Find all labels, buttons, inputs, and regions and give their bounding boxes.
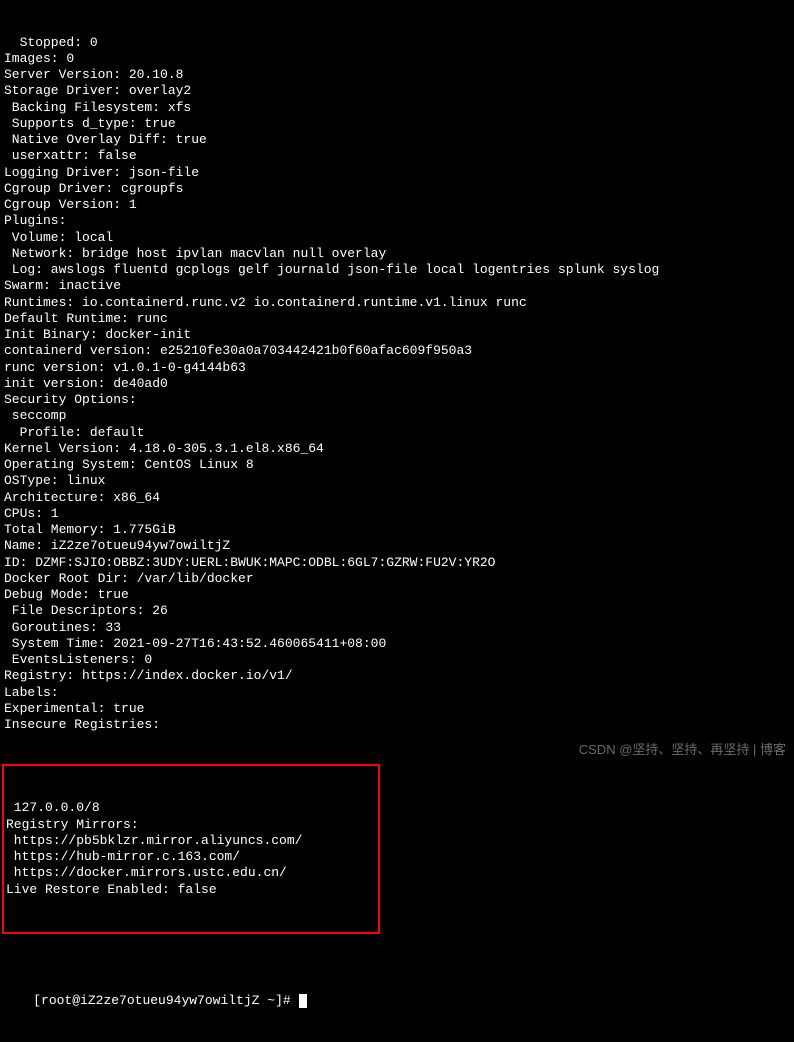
highlight-box: 127.0.0.0/8Registry Mirrors: https://pb5… [2, 764, 380, 935]
output-line: init version: de40ad0 [2, 376, 792, 392]
output-line: Insecure Registries: [2, 717, 792, 733]
prompt-open-bracket: [ [33, 993, 41, 1008]
output-line: Init Binary: docker-init [2, 327, 792, 343]
output-line: Docker Root Dir: /var/lib/docker [2, 571, 792, 587]
output-line: Total Memory: 1.775GiB [2, 522, 792, 538]
output-line: CPUs: 1 [2, 506, 792, 522]
cursor [299, 994, 307, 1008]
output-line: containerd version: e25210fe30a0a7034424… [2, 343, 792, 359]
output-line: OSType: linux [2, 473, 792, 489]
output-line: Default Runtime: runc [2, 311, 792, 327]
output-line: Native Overlay Diff: true [2, 132, 792, 148]
output-line: https://docker.mirrors.ustc.edu.cn/ [4, 865, 378, 881]
shell-prompt[interactable]: [root@iZ2ze7otueu94yw7owiltjZ ~]# [2, 977, 792, 1026]
output-line: Registry Mirrors: [4, 817, 378, 833]
registry-mirrors-section: 127.0.0.0/8Registry Mirrors: https://pb5… [4, 800, 378, 898]
output-line: Logging Driver: json-file [2, 165, 792, 181]
output-line: Name: iZ2ze7otueu94yw7owiltjZ [2, 538, 792, 554]
output-line: EventsListeners: 0 [2, 652, 792, 668]
output-line: Experimental: true [2, 701, 792, 717]
output-line: seccomp [2, 408, 792, 424]
docker-info-output: Stopped: 0Images: 0Server Version: 20.10… [2, 35, 792, 734]
prompt-close-bracket: ] [275, 993, 283, 1008]
output-line: Volume: local [2, 230, 792, 246]
output-line: Stopped: 0 [2, 35, 792, 51]
output-line: Server Version: 20.10.8 [2, 67, 792, 83]
output-line: Security Options: [2, 392, 792, 408]
output-line: 127.0.0.0/8 [4, 800, 378, 816]
output-line: https://hub-mirror.c.163.com/ [4, 849, 378, 865]
output-line: Swarm: inactive [2, 278, 792, 294]
output-line: Backing Filesystem: xfs [2, 100, 792, 116]
output-line: Cgroup Driver: cgroupfs [2, 181, 792, 197]
output-line: Supports d_type: true [2, 116, 792, 132]
output-line: Storage Driver: overlay2 [2, 83, 792, 99]
output-line: Plugins: [2, 213, 792, 229]
watermark: CSDN @坚持、坚持、再坚持 | 博客 [579, 742, 786, 758]
output-line: Profile: default [2, 425, 792, 441]
output-line: Runtimes: io.containerd.runc.v2 io.conta… [2, 295, 792, 311]
output-line: Goroutines: 33 [2, 620, 792, 636]
output-line: runc version: v1.0.1-0-g4144b63 [2, 360, 792, 376]
output-line: Labels: [2, 685, 792, 701]
prompt-user-host: root@iZ2ze7otueu94yw7owiltjZ [41, 993, 259, 1008]
terminal-output[interactable]: Stopped: 0Images: 0Server Version: 20.10… [2, 2, 792, 1042]
output-line: Log: awslogs fluentd gcplogs gelf journa… [2, 262, 792, 278]
output-line: File Descriptors: 26 [2, 603, 792, 619]
prompt-path: ~ [267, 993, 275, 1008]
output-line: Images: 0 [2, 51, 792, 67]
output-line: Operating System: CentOS Linux 8 [2, 457, 792, 473]
output-line: userxattr: false [2, 148, 792, 164]
output-line: Live Restore Enabled: false [4, 882, 378, 898]
output-line: Architecture: x86_64 [2, 490, 792, 506]
output-line: https://pb5bklzr.mirror.aliyuncs.com/ [4, 833, 378, 849]
output-line: ID: DZMF:SJIO:OBBZ:3UDY:UERL:BWUK:MAPC:O… [2, 555, 792, 571]
prompt-symbol: # [283, 993, 291, 1008]
output-line: Registry: https://index.docker.io/v1/ [2, 668, 792, 684]
output-line: Cgroup Version: 1 [2, 197, 792, 213]
output-line: Network: bridge host ipvlan macvlan null… [2, 246, 792, 262]
output-line: System Time: 2021-09-27T16:43:52.4600654… [2, 636, 792, 652]
output-line: Debug Mode: true [2, 587, 792, 603]
output-line: Kernel Version: 4.18.0-305.3.1.el8.x86_6… [2, 441, 792, 457]
